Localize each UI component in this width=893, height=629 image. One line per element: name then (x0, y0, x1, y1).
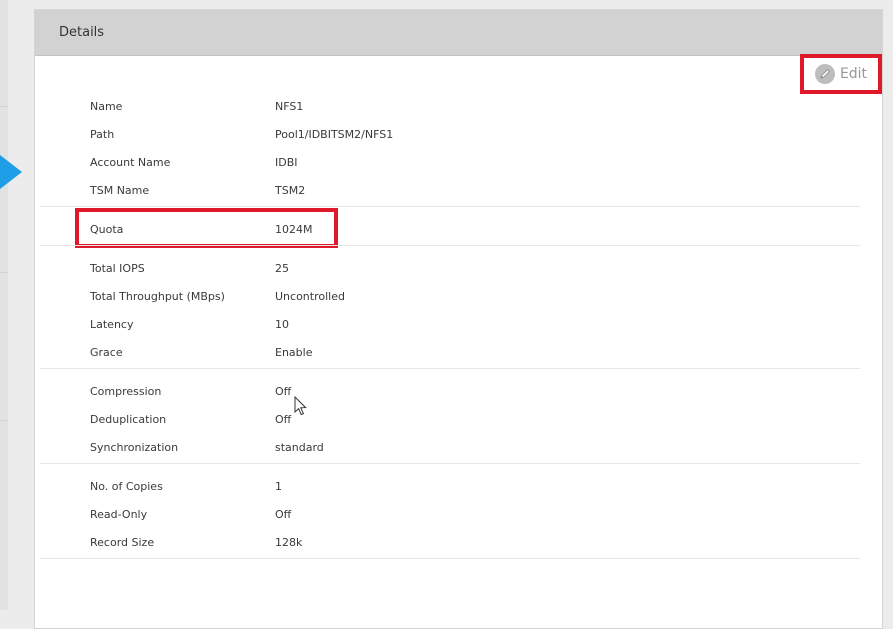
quota-highlight-box (75, 208, 338, 248)
sidebar-divider (0, 420, 8, 421)
section-divider (40, 463, 860, 464)
mouse-cursor-icon (294, 396, 307, 416)
pencil-icon (814, 64, 835, 84)
sidebar-divider (0, 106, 8, 107)
detail-label: Name (90, 100, 123, 113)
detail-label: Grace (90, 346, 123, 359)
detail-value: 128k (275, 536, 303, 549)
edit-button[interactable]: Edit (800, 54, 882, 94)
section-divider (40, 558, 860, 559)
detail-label: Synchronization (90, 441, 179, 454)
detail-value: TSM2 (275, 184, 306, 197)
detail-value: Enable (275, 346, 313, 359)
detail-label: Latency (90, 318, 134, 331)
detail-value: standard (275, 441, 324, 454)
detail-label: Total IOPS (90, 262, 145, 275)
section-divider (40, 206, 860, 207)
left-sidebar-edge (0, 0, 8, 610)
detail-value: Pool1/IDBITSM2/NFS1 (275, 128, 394, 141)
detail-label: Total Throughput (MBps) (90, 290, 225, 303)
detail-label: TSM Name (90, 184, 150, 197)
detail-value: 1 (275, 480, 282, 493)
sidebar-divider (0, 272, 8, 273)
detail-value: NFS1 (275, 100, 304, 113)
panel-header: Details (35, 10, 882, 56)
detail-label: Account Name (90, 156, 171, 169)
detail-value: IDBI (275, 156, 298, 169)
section-divider (40, 368, 860, 369)
nav-arrow-icon[interactable] (0, 155, 22, 189)
detail-value: 25 (275, 262, 289, 275)
detail-label: Record Size (90, 536, 155, 549)
detail-value: Off (275, 508, 292, 521)
detail-value: 10 (275, 318, 289, 331)
detail-label: No. of Copies (90, 480, 163, 493)
detail-value: Off (275, 413, 292, 426)
detail-label: Read-Only (90, 508, 148, 521)
panel-title: Details (59, 25, 105, 40)
detail-label: Path (90, 128, 115, 141)
detail-label: Compression (90, 385, 162, 398)
detail-value: Off (275, 385, 292, 398)
section-divider (40, 245, 860, 246)
detail-label: Deduplication (90, 413, 167, 426)
edit-label: Edit (839, 66, 868, 82)
detail-value: Uncontrolled (275, 290, 345, 303)
